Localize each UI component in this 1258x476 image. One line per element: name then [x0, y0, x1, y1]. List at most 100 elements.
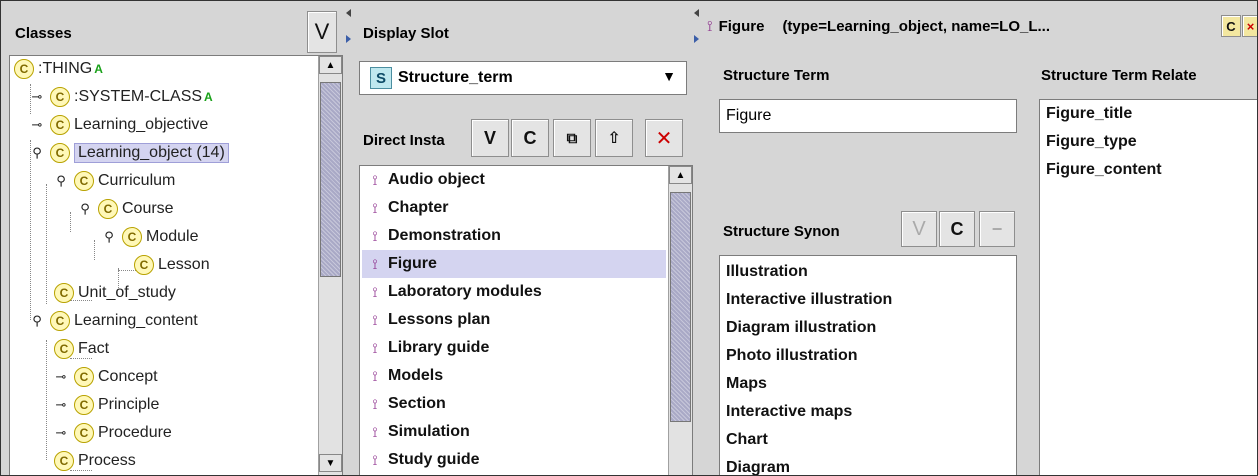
instances-pane: Display Slot S Structure_term ▼ Direct I…	[353, 1, 693, 475]
instance-list-item[interactable]: ⟟ Models	[362, 362, 666, 390]
instance-list-item[interactable]: ⟟ Figure	[362, 250, 666, 278]
structure-term-field[interactable]: Figure	[719, 99, 1017, 133]
class-label: Learning_object (14)	[74, 143, 229, 163]
list-item[interactable]: Interactive maps	[726, 398, 852, 426]
synonyms-remove-button[interactable]: −	[979, 211, 1015, 247]
class-tree-item[interactable]: C Process	[54, 448, 136, 474]
list-item[interactable]: Figure_content	[1046, 156, 1162, 184]
class-tree-item[interactable]: ⊸ C Concept	[54, 364, 158, 390]
instance-list-item[interactable]: ⟟ Study guide	[362, 446, 666, 474]
synonyms-view-button[interactable]: V	[901, 211, 937, 247]
instances-delete-button[interactable]: ✕	[645, 119, 683, 157]
instance-icon: ⟟	[372, 367, 378, 384]
direct-instances-header: Direct Insta	[363, 132, 445, 149]
chevron-down-icon[interactable]: ▼	[662, 68, 676, 84]
list-item[interactable]: Figure_title	[1046, 100, 1132, 128]
collapsed-toggle-icon[interactable]: ⊸	[30, 117, 44, 133]
collapsed-toggle-icon[interactable]: ⊸	[54, 425, 68, 441]
instance-list-item[interactable]: ⟟ Demonstration	[362, 222, 666, 250]
collapsed-toggle-icon[interactable]: ⊸	[54, 369, 68, 385]
display-slot-header: Display Slot	[363, 25, 449, 42]
collapsed-toggle-icon[interactable]: ⊸	[54, 397, 68, 413]
display-slot-select[interactable]: S Structure_term ▼	[359, 61, 687, 95]
instance-label: Figure	[388, 255, 437, 272]
splitter-left[interactable]	[345, 9, 353, 49]
instance-list-item[interactable]: ⟟ Chapter	[362, 194, 666, 222]
scroll-thumb[interactable]	[320, 82, 341, 277]
instances-scrollbar[interactable]: ▲	[668, 166, 692, 475]
splitter-right[interactable]	[693, 9, 701, 49]
structure-term-value: Figure	[726, 107, 772, 124]
collapsed-toggle-icon[interactable]: ⊸	[30, 89, 44, 105]
instance-list-item[interactable]: ⟟ Section	[362, 390, 666, 418]
slot-icon: S	[370, 67, 392, 89]
instance-title-bar: ⟟ Figure (type=Learning_object, name=LO_…	[707, 13, 1050, 39]
scroll-up-arrow-icon[interactable]: ▲	[319, 56, 342, 74]
class-tree-item[interactable]: C Lesson	[134, 252, 210, 278]
structure-term-related-list[interactable]: Figure_title Figure_type Figure_content	[1039, 99, 1257, 475]
class-tree[interactable]: C:THING A ⊸ C:SYSTEM-CLASS A ⊸ C Learning_objec…	[9, 55, 343, 475]
list-item[interactable]: Maps	[726, 370, 767, 398]
class-icon: C	[50, 115, 70, 135]
form-create-button[interactable]: C	[1221, 15, 1241, 37]
class-tree-scrollbar[interactable]: ▲ ▼	[318, 56, 342, 475]
instance-list-item[interactable]: ⟟ Lessons plan	[362, 306, 666, 334]
class-icon: C	[98, 199, 118, 219]
instance-list-item[interactable]: ⟟ Simulation	[362, 418, 666, 446]
scroll-down-arrow-icon[interactable]: ▼	[319, 454, 342, 472]
abstract-badge: A	[94, 62, 103, 76]
list-item[interactable]: Diagram	[726, 454, 790, 475]
instance-icon: ⟟	[372, 255, 378, 272]
expanded-toggle-icon[interactable]: ⚲	[78, 201, 92, 217]
class-icon: C	[74, 171, 94, 191]
class-icon: C	[54, 339, 74, 359]
class-tree-item[interactable]: C:THING A	[14, 56, 103, 82]
class-tree-item[interactable]: ⊸ C:SYSTEM-CLASS A	[30, 84, 213, 110]
class-tree-item[interactable]: ⊸ C Procedure	[54, 420, 172, 446]
protege-window: Classes V C:THING A ⊸ C:SYSTEM-CLASS A ⊸ C Lear…	[0, 0, 1258, 476]
instance-list-item[interactable]: ⟟ Laboratory modules	[362, 278, 666, 306]
class-label: Learning_objective	[74, 116, 209, 133]
synonyms-create-button[interactable]: C	[939, 211, 975, 247]
class-tree-item[interactable]: ⚲ C Module	[102, 224, 198, 250]
instances-reference-button[interactable]: ⇧	[595, 119, 633, 157]
instance-list-item[interactable]: ⟟ Library guide	[362, 334, 666, 362]
instance-list-item[interactable]: ⟟ Audio object	[362, 166, 666, 194]
list-item[interactable]: Interactive illustration	[726, 286, 892, 314]
class-label: Curriculum	[98, 172, 176, 189]
class-tree-item[interactable]: ⚲ C Learning_object (14)	[30, 140, 229, 166]
instances-view-button[interactable]: V	[471, 119, 509, 157]
list-item[interactable]: Figure_type	[1046, 128, 1137, 156]
list-item[interactable]: Diagram illustration	[726, 314, 876, 342]
class-tree-item[interactable]: ⊸ C Principle	[54, 392, 159, 418]
structure-synonyms-list[interactable]: Illustration Interactive illustration Diag…	[719, 255, 1017, 475]
form-close-button[interactable]: ×	[1242, 15, 1257, 37]
class-tree-item[interactable]: C Unit_of_study	[54, 280, 176, 306]
direct-instances-list[interactable]: ⟟ Audio object ⟟ Chapter ⟟ Demonstration ⟟ Figu…	[359, 165, 693, 475]
scroll-up-arrow-icon[interactable]: ▲	[669, 166, 692, 184]
display-slot-value: Structure_term	[398, 69, 513, 86]
instances-create-button[interactable]: C	[511, 119, 549, 157]
instances-copy-button[interactable]: ⧉	[553, 119, 591, 157]
list-item[interactable]: Illustration	[726, 258, 808, 286]
expanded-toggle-icon[interactable]: ⚲	[30, 145, 44, 161]
classes-view-button[interactable]: V	[307, 11, 337, 53]
class-label: Unit_of_study	[78, 284, 176, 301]
instance-icon: ⟟	[372, 423, 378, 440]
class-tree-item[interactable]: C Fact	[54, 336, 109, 362]
expanded-toggle-icon[interactable]: ⚲	[102, 229, 116, 245]
list-item[interactable]: Chart	[726, 426, 768, 454]
expanded-toggle-icon[interactable]: ⚲	[30, 313, 44, 329]
scroll-thumb[interactable]	[670, 192, 691, 422]
expanded-toggle-icon[interactable]: ⚲	[54, 173, 68, 189]
classes-header: Classes	[15, 25, 72, 42]
class-tree-item[interactable]: ⚲ C Curriculum	[54, 168, 175, 194]
class-icon: C	[74, 367, 94, 387]
class-tree-item[interactable]: ⚲ C Learning_content	[30, 308, 198, 334]
abstract-badge: A	[204, 90, 213, 104]
class-tree-item[interactable]: ⊸ C Learning_objective	[30, 112, 208, 138]
class-tree-item[interactable]: ⚲ C Course	[78, 196, 174, 222]
instance-label: Laboratory modules	[388, 283, 542, 300]
instance-title: Figure	[718, 17, 765, 35]
list-item[interactable]: Photo illustration	[726, 342, 858, 370]
